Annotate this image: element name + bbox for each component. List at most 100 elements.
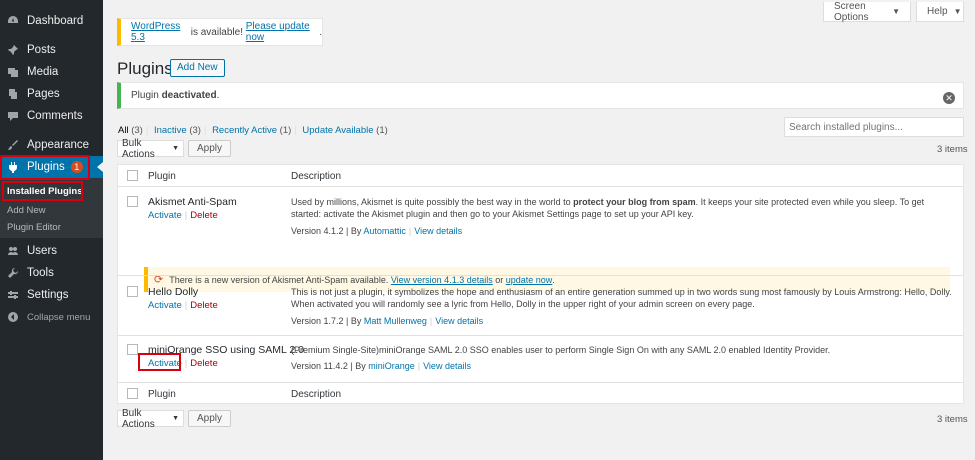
notice-text: is available! [187, 26, 246, 38]
select-all-checkbox[interactable] [127, 170, 138, 181]
sidebar-item-label: Comments [27, 110, 83, 122]
column-footer-description: Description [291, 389, 342, 400]
items-count-top: 3 items [937, 144, 968, 155]
page-title: Plugins [117, 59, 173, 78]
plugins-submenu: Installed Plugins Add New Plugin Editor [0, 178, 103, 238]
plugin-version-meta: Version 4.1.2 | By Automattic | View detai… [291, 226, 463, 236]
page-icon [5, 87, 21, 101]
sidebar-item-label: Pages [27, 88, 60, 100]
apply-button-top[interactable]: Apply [188, 140, 232, 157]
sidebar-item-label: Appearance [27, 139, 90, 151]
plugin-icon [5, 160, 21, 174]
activate-link[interactable]: Activate [148, 210, 182, 221]
caret-down-icon: ▼ [892, 7, 900, 16]
sidebar-item-label: Settings [27, 289, 69, 301]
plugins-table: Plugin Description Akismet Anti-Spam Act… [117, 164, 964, 404]
plugin-description: (Premium Single-Site)miniOrange SAML 2.0… [291, 345, 831, 355]
bulk-actions-select-bottom[interactable]: Bulk Actions ▼ [117, 407, 184, 430]
row-checkbox[interactable] [127, 344, 138, 355]
active-menu-arrow [97, 162, 103, 172]
filter-update-available[interactable]: Update Available (1) [302, 125, 387, 136]
activate-link[interactable]: Activate [148, 300, 182, 311]
collapse-icon [5, 310, 21, 324]
filter-recently-active[interactable]: Recently Active (1) [212, 125, 291, 136]
row-actions: Activate | Delete [148, 358, 218, 369]
plugin-name: Hello Dolly [148, 286, 199, 298]
notice-text: Plugin [131, 90, 162, 101]
update-now-link[interactable]: Please update now [246, 21, 319, 43]
column-footer-plugin[interactable]: Plugin [148, 389, 176, 400]
caret-down-icon: ▼ [953, 7, 962, 16]
sidebar-item-label: Media [27, 66, 59, 78]
row-checkbox[interactable] [127, 196, 138, 207]
submenu-installed-plugins[interactable]: Installed Plugins [7, 186, 83, 197]
table-footer: Plugin Description [118, 382, 963, 404]
bulk-actions-value: Bulk Actions [122, 407, 155, 430]
apply-button-bottom[interactable]: Apply [188, 410, 232, 427]
view-details-link[interactable]: View details [414, 226, 462, 236]
table-row: Hello Dolly Activate | Delete This is not … [118, 276, 963, 336]
submenu-add-new[interactable]: Add New [7, 205, 46, 216]
dashboard-icon [5, 14, 21, 28]
filter-all[interactable]: All (3) [118, 125, 143, 136]
sidebar-item-comments[interactable]: Comments [0, 105, 103, 127]
pin-icon [5, 43, 21, 57]
author-link[interactable]: Matt Mullenweg [364, 316, 427, 326]
sidebar-item-label: Tools [27, 267, 54, 279]
sidebar-item-dashboard[interactable]: Dashboard [0, 10, 103, 32]
plugin-version-meta: Version 11.4.2 | By miniOrange | View deta… [291, 361, 471, 371]
bulk-actions-value: Bulk Actions [122, 137, 155, 160]
row-actions: Activate | Delete [148, 210, 218, 221]
plugin-description: Used by millions, Akismet is quite possi… [291, 197, 925, 219]
sidebar-item-label: Dashboard [27, 15, 84, 27]
search-plugins-input[interactable] [784, 117, 964, 137]
activate-link[interactable]: Activate [148, 358, 182, 369]
users-icon [5, 244, 21, 258]
sidebar-item-settings[interactable]: Settings [0, 284, 103, 306]
notice-bold-text: deactivated [161, 90, 217, 101]
author-link[interactable]: miniOrange [368, 361, 415, 371]
plugin-name: Akismet Anti-Spam [148, 196, 237, 208]
add-new-button[interactable]: Add New [170, 59, 225, 77]
select-all-checkbox-footer[interactable] [127, 388, 138, 399]
notice-end: . [216, 90, 220, 101]
help-label: Help [927, 6, 948, 17]
screen-options-button[interactable]: Screen Options ▼ [823, 0, 911, 23]
column-header-description: Description [291, 171, 342, 182]
wordpress-version-link[interactable]: WordPress 5.3 [131, 21, 188, 43]
sidebar-item-users[interactable]: Users [0, 240, 103, 262]
column-header-plugin[interactable]: Plugin [148, 171, 176, 182]
sidebar-item-appearance[interactable]: Appearance [0, 134, 103, 156]
collapse-menu-button[interactable]: Collapse menu [0, 306, 103, 328]
submenu-plugin-editor[interactable]: Plugin Editor [7, 222, 61, 233]
filter-inactive[interactable]: Inactive (3) [154, 125, 201, 136]
sidebar-item-plugins[interactable]: Plugins 1 [0, 156, 103, 178]
view-details-link[interactable]: View details [435, 316, 483, 326]
author-link[interactable]: Automattic [363, 226, 406, 236]
delete-link[interactable]: Delete [190, 358, 217, 369]
dismiss-icon[interactable]: ✕ [943, 92, 955, 104]
screen-options-label: Screen Options [834, 0, 869, 23]
sidebar-item-tools[interactable]: Tools [0, 262, 103, 284]
paintbrush-icon [5, 138, 21, 152]
sidebar-item-label: Collapse menu [27, 311, 91, 323]
view-details-link[interactable]: View details [423, 361, 471, 371]
row-checkbox[interactable] [127, 286, 138, 297]
admin-sidebar: Dashboard Posts Media Pages Comments App… [0, 0, 103, 460]
plugin-status-filters: All (3) | Inactive (3) | Recently Active (… [118, 125, 388, 136]
sidebar-item-posts[interactable]: Posts [0, 39, 103, 61]
bulk-actions-select-top[interactable]: Bulk Actions ▼ [117, 137, 184, 160]
sidebar-item-pages[interactable]: Pages [0, 83, 103, 105]
row-actions: Activate | Delete [148, 300, 218, 311]
media-icon [5, 65, 21, 79]
delete-link[interactable]: Delete [190, 210, 217, 221]
comment-icon [5, 109, 21, 123]
update-count-badge: 1 [70, 161, 83, 173]
core-update-notice: WordPress 5.3 is available! Please updat… [117, 18, 323, 46]
sidebar-item-media[interactable]: Media [0, 61, 103, 83]
deactivated-notice: Plugin deactivated. ✕ [117, 82, 964, 109]
delete-link[interactable]: Delete [190, 300, 217, 311]
help-button[interactable]: Help ▼ [916, 2, 964, 22]
caret-down-icon: ▼ [172, 415, 179, 422]
table-row: miniOrange SSO using SAML 2.0 Activate | D… [118, 336, 963, 381]
